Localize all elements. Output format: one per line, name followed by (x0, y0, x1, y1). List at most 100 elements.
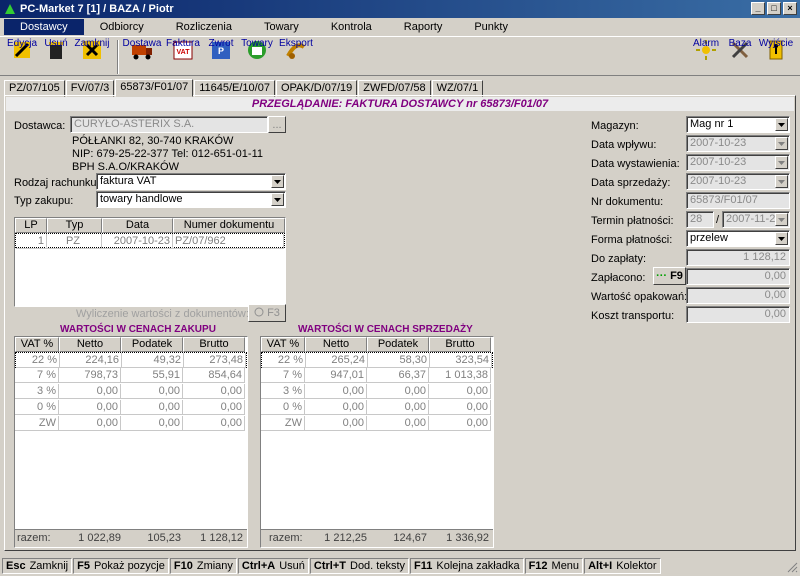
column-header[interactable]: Typ (47, 218, 102, 233)
documents-grid[interactable]: LP Typ Data Numer dokumentu 1 PZ 2007-10… (14, 217, 286, 307)
shortcut-esc[interactable]: Esc Zamknij (2, 557, 73, 574)
chevron-down-icon[interactable] (775, 137, 788, 150)
table-row[interactable]: ZW 0,00 0,00 0,00 (261, 416, 493, 432)
column-header[interactable]: LP (15, 218, 47, 233)
menu-raporty[interactable]: Raporty (388, 19, 459, 35)
table-row[interactable]: 0 % 0,00 0,00 0,00 (261, 400, 493, 416)
packaging-field[interactable]: 0,00 (686, 287, 790, 304)
table-cell: 0,00 (59, 416, 121, 431)
menu-rozliczenia[interactable]: Rozliczenia (160, 19, 248, 35)
table-cell: 66,37 (367, 368, 429, 383)
to-pay-field[interactable]: 1 128,12 (686, 249, 790, 266)
column-header[interactable]: Netto (59, 337, 121, 352)
exit-button[interactable]: Wyjście (756, 37, 796, 77)
table-row[interactable]: 22 % 265,24 58,30 323,54 (261, 352, 493, 368)
goods-button[interactable]: Towary (237, 37, 277, 77)
table-cell: 0,00 (305, 416, 367, 431)
table-row[interactable]: 7 % 798,73 55,91 854,64 (15, 368, 247, 384)
column-header[interactable]: Podatek (121, 337, 183, 352)
export-button[interactable]: Eksport (276, 37, 316, 77)
chevron-down-icon[interactable] (775, 213, 788, 226)
table-row[interactable]: 22 % 224,16 49,32 273,48 (15, 352, 247, 368)
chevron-down-icon[interactable] (775, 156, 788, 169)
shortcut-ctrl-a[interactable]: Ctrl+A Usuń (237, 557, 309, 574)
column-header[interactable]: Podatek (367, 337, 429, 352)
receipt-date-field[interactable]: 2007-10-23 (686, 135, 790, 152)
warehouse-select[interactable]: Mag nr 1 (686, 116, 790, 133)
account-type-select[interactable]: faktura VAT (96, 173, 286, 190)
doc-number-field[interactable]: 65873/F01/07 (686, 192, 790, 209)
paid-field[interactable]: 0,00 (686, 268, 790, 285)
paid-f9-button[interactable]: ··· F9 (653, 267, 686, 285)
minimize-button[interactable]: _ (751, 2, 765, 15)
table-cell: 3 % (261, 384, 305, 399)
close-button[interactable]: Zamknij (72, 37, 112, 77)
shortcut-f11[interactable]: F11 Kolejna zakładka (410, 557, 524, 574)
table-cell: 0,00 (305, 400, 367, 415)
column-header[interactable]: Data (102, 218, 173, 233)
tab-65873-f01-07[interactable]: 65873/F01/07 (115, 79, 194, 97)
due-days-field[interactable]: 28 (686, 211, 714, 228)
due-date-field[interactable]: 2007-11-20 (722, 211, 790, 228)
menu-punkty[interactable]: Punkty (458, 19, 524, 35)
chevron-down-icon[interactable] (775, 118, 788, 131)
supplier-select-button[interactable]: ... (268, 116, 286, 133)
sales-values-grid[interactable]: VAT % Netto Podatek Brutto 22 % 265,24 58,… (260, 336, 494, 548)
menu-kontrola[interactable]: Kontrola (315, 19, 388, 35)
purchase-values-grid[interactable]: VAT % Netto Podatek Brutto 22 % 224,16 49,… (14, 336, 248, 548)
invoice-button[interactable]: VAT Faktura (163, 37, 203, 77)
table-row[interactable]: 1 PZ 2007-10-23 PZ/07/962 (15, 233, 285, 249)
menu-towary[interactable]: Towary (248, 19, 315, 35)
maximize-button[interactable]: □ (767, 2, 781, 15)
shortcut-f12[interactable]: F12 Menu (524, 557, 584, 574)
shortcut-alt-i[interactable]: Alt+I Kolektor (584, 557, 661, 574)
return-button[interactable]: P Zwrot (201, 37, 241, 77)
chevron-down-icon[interactable] (271, 193, 284, 206)
purchase-type-label: Typ zakupu: (14, 195, 74, 207)
sale-date-field[interactable]: 2007-10-23 (686, 173, 790, 190)
shortcut-ctrl-t[interactable]: Ctrl+T Dod. teksty (309, 557, 410, 574)
delete-button[interactable]: Usuń (36, 37, 76, 77)
refresh-icon (254, 307, 264, 320)
column-header[interactable]: VAT % (15, 337, 59, 352)
shortcut-f5[interactable]: F5 Pokaż pozycje (73, 557, 169, 574)
issue-date-label: Data wystawienia: (591, 158, 680, 170)
table-row[interactable]: 7 % 947,01 66,37 1 013,38 (261, 368, 493, 384)
supplier-address: PÓŁŁANKI 82, 30-740 KRAKÓW (72, 135, 234, 147)
table-row[interactable]: 3 % 0,00 0,00 0,00 (15, 384, 247, 400)
sale-date-label: Data sprzedaży: (591, 177, 671, 189)
resize-grip-icon[interactable] (786, 561, 798, 573)
column-header[interactable]: Numer dokumentu (173, 218, 285, 233)
payment-select[interactable]: przelew (686, 230, 790, 247)
due-separator: / (716, 214, 720, 226)
document-tabs: PZ/07/105 FV/07/3 65873/F01/07 11645/E/1… (4, 79, 484, 97)
transport-field[interactable]: 0,00 (686, 306, 790, 323)
sales-values-title: WARTOŚCI W CENACH SPRZEDAŻY (298, 324, 473, 335)
chevron-down-icon[interactable] (775, 232, 788, 245)
purchase-type-select[interactable]: towary handlowe (96, 191, 286, 208)
status-bar: Esc Zamknij F5 Pokaż pozycje F10 Zmiany Ctr… (0, 556, 800, 575)
column-header[interactable]: Netto (305, 337, 367, 352)
account-type-label: Rodzaj rachunku: (14, 177, 100, 189)
chevron-down-icon[interactable] (775, 175, 788, 188)
chevron-down-icon[interactable] (271, 175, 284, 188)
table-row[interactable]: 0 % 0,00 0,00 0,00 (15, 400, 247, 416)
close-window-button[interactable]: × (783, 2, 797, 15)
issue-date-field[interactable]: 2007-10-23 (686, 154, 790, 171)
shortcut-f10[interactable]: F10 Zmiany (169, 557, 237, 574)
table-row[interactable]: ZW 0,00 0,00 0,00 (15, 416, 247, 432)
column-header[interactable]: Brutto (183, 337, 245, 352)
table-cell: 0,00 (429, 416, 491, 431)
column-header[interactable]: Brutto (429, 337, 491, 352)
delivery-button[interactable]: Dostawa (122, 37, 162, 77)
supplier-label: Dostawca: (14, 120, 66, 132)
menu-dostawcy[interactable]: Dostawcy (4, 19, 84, 35)
table-row[interactable]: 3 % 0,00 0,00 0,00 (261, 384, 493, 400)
base-button[interactable]: Baza (720, 37, 760, 77)
table-cell: 0,00 (367, 416, 429, 431)
calc-button[interactable]: F3 (248, 304, 286, 322)
supplier-field[interactable]: CURYŁO-ASTERIX S.A. (70, 116, 268, 133)
menu-odbiorcy[interactable]: Odbiorcy (84, 19, 160, 35)
column-header[interactable]: VAT % (261, 337, 305, 352)
table-cell: ZW (261, 416, 305, 431)
